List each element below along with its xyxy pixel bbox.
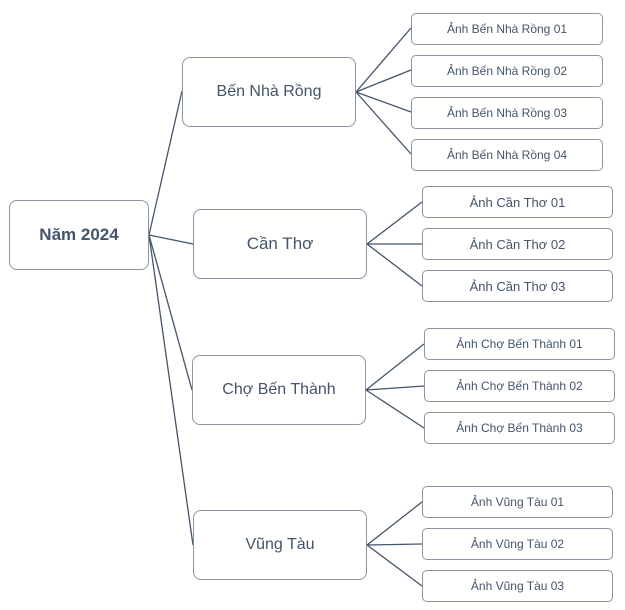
- connector-ben-nha-rong-02: [355, 69, 412, 93]
- branch-node-label: Chợ Bến Thành: [222, 381, 336, 398]
- leaf-node[interactable]: Ảnh Bến Nhà Rồng 04: [411, 139, 603, 171]
- leaf-node-label: Ảnh Bến Nhà Rồng 02: [446, 64, 568, 78]
- leaf-node[interactable]: Ảnh Chợ Bến Thành 01: [424, 328, 615, 360]
- leaf-node-label: Ảnh Bến Nhà Rồng 03: [446, 106, 568, 120]
- branch-node-ben-nha-rong[interactable]: Bến Nhà Rồng: [182, 57, 356, 127]
- leaf-node-label: Ảnh Chợ Bến Thành 03: [456, 421, 583, 435]
- branch-node-label: Cần Thơ: [246, 234, 314, 253]
- connector-vung-tau-02: [366, 543, 423, 546]
- leaf-node[interactable]: Ảnh Cần Thơ 01: [422, 186, 613, 218]
- root-node[interactable]: Năm 2024: [9, 200, 149, 270]
- branch-node-label: Bến Nhà Rồng: [216, 83, 322, 100]
- branch-node-label: Vũng Tàu: [245, 536, 315, 553]
- leaf-node[interactable]: Ảnh Bến Nhà Rồng 03: [411, 97, 603, 129]
- leaf-node[interactable]: Ảnh Vũng Tàu 02: [422, 528, 613, 560]
- branch-node-cho-ben-thanh[interactable]: Chợ Bến Thành: [192, 355, 366, 425]
- connector-vung-tau-01: [366, 501, 423, 546]
- leaf-node[interactable]: Ảnh Chợ Bến Thành 03: [424, 412, 615, 444]
- leaf-node[interactable]: Ảnh Vũng Tàu 01: [422, 486, 613, 518]
- connector-cho-ben-thanh-03: [365, 389, 425, 429]
- connector-cho-ben-thanh-02: [365, 385, 425, 391]
- leaf-node-label: Ảnh Bến Nhà Rồng 04: [446, 148, 568, 162]
- leaf-node-label: Ảnh Chợ Bến Thành 01: [456, 337, 583, 351]
- branch-node-vung-tau[interactable]: Vũng Tàu: [193, 510, 367, 580]
- leaf-node[interactable]: Ảnh Bến Nhà Rồng 01: [411, 13, 603, 45]
- leaf-node-label: Ảnh Vũng Tàu 03: [470, 579, 565, 593]
- connector-root-can-tho: [148, 234, 194, 245]
- connector-can-tho-01: [366, 201, 423, 245]
- branch-node-can-tho[interactable]: Cần Thơ: [193, 209, 367, 279]
- connector-vung-tau-03: [366, 544, 423, 587]
- connector-cho-ben-thanh-01: [365, 343, 425, 391]
- leaf-node[interactable]: Ảnh Vũng Tàu 03: [422, 570, 613, 602]
- connector-root-vung-tau: [148, 234, 194, 546]
- leaf-node-label: Ảnh Cần Thơ 03: [469, 278, 566, 294]
- connector-root-cho-ben-thanh: [148, 234, 193, 391]
- leaf-node-label: Ảnh Cần Thơ 01: [469, 194, 566, 210]
- leaf-node-label: Ảnh Bến Nhà Rồng 01: [446, 22, 568, 36]
- leaf-node[interactable]: Ảnh Cần Thơ 03: [422, 270, 613, 302]
- connector-root-ben-nha-rong: [148, 90, 183, 236]
- leaf-node-label: Ảnh Vũng Tàu 01: [470, 495, 565, 509]
- connector-can-tho-03: [366, 243, 423, 287]
- root-node-label: Năm 2024: [39, 225, 119, 244]
- leaf-node-label: Ảnh Vũng Tàu 02: [470, 537, 565, 551]
- leaf-node-label: Ảnh Chợ Bến Thành 02: [456, 379, 583, 393]
- leaf-node[interactable]: Ảnh Bến Nhà Rồng 02: [411, 55, 603, 87]
- connector-ben-nha-rong-01: [355, 27, 412, 93]
- leaf-node-label: Ảnh Cần Thơ 02: [469, 236, 566, 252]
- leaf-node[interactable]: Ảnh Chợ Bến Thành 02: [424, 370, 615, 402]
- leaf-node[interactable]: Ảnh Cần Thơ 02: [422, 228, 613, 260]
- connector-ben-nha-rong-04: [355, 91, 412, 155]
